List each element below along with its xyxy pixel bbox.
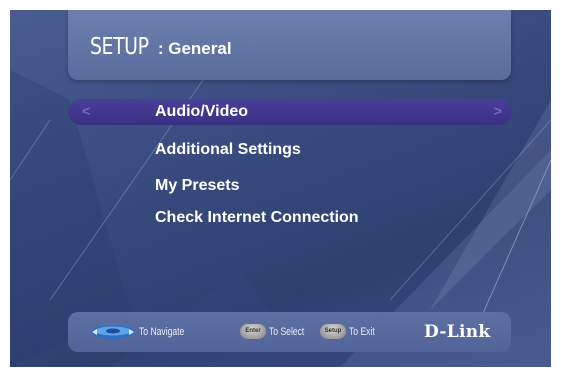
menu-item-additional-settings[interactable]: Additional Settings [68, 137, 512, 163]
navigate-hint-text: To Navigate [139, 326, 185, 338]
tv-screen: SETUP : General < Audio/Video > Addition… [10, 10, 551, 367]
footer-hint-bar: To Navigate Enter To Select Setup To Exi… [68, 312, 511, 352]
menu-item-label: Audio/Video [155, 103, 249, 120]
d-link-logo: D-Link [424, 322, 491, 342]
menu-item-label: My Presets [155, 177, 240, 194]
menu-item-check-internet[interactable]: Check Internet Connection [68, 205, 512, 231]
menu-item-audio-video[interactable]: < Audio/Video > [68, 99, 512, 125]
chevron-left-icon[interactable]: < [82, 103, 91, 120]
setup-button-icon: Setup [320, 324, 346, 339]
navigation-pad-icon [91, 325, 135, 339]
select-hint: Enter To Select [240, 324, 314, 339]
menu-item-label: Check Internet Connection [155, 209, 359, 226]
exit-hint-text: To Exit [349, 325, 375, 338]
navigate-hint: To Navigate [90, 324, 197, 340]
chevron-right-icon[interactable]: > [493, 103, 502, 120]
menu-item-my-presets[interactable]: My Presets [68, 173, 512, 199]
exit-hint: Setup To Exit [320, 324, 382, 339]
select-hint-text: To Select [269, 325, 305, 338]
menu-item-label: Additional Settings [155, 141, 301, 158]
enter-button-icon: Enter [240, 324, 266, 339]
